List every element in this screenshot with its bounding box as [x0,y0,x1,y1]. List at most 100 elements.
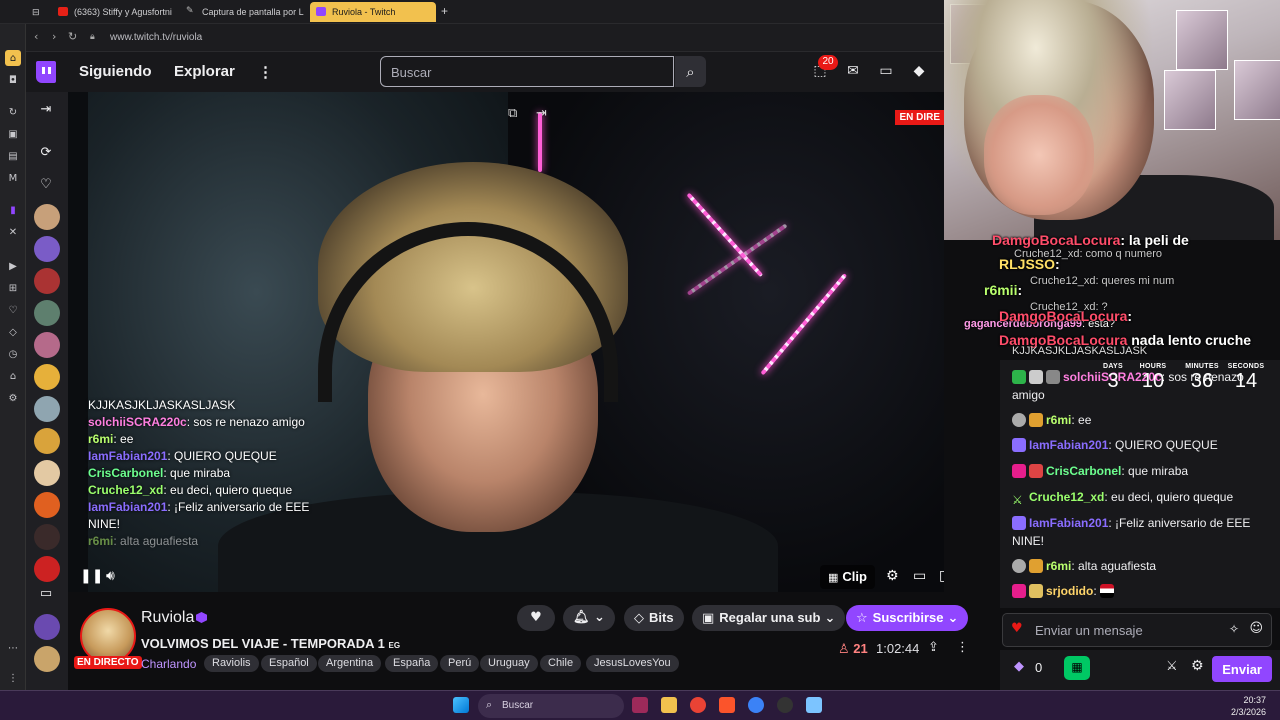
video-player[interactable]: EN DIRE ⧉ ⇥ KJJKASJKLJASKASLJASK solchii… [68,92,944,592]
tag[interactable]: Chile [540,655,582,672]
forward-icon[interactable]: › [52,30,56,43]
follow-heart-button[interactable]: ♥ [517,605,555,631]
nav-more-button[interactable]: ⋮ [258,63,273,81]
tab-overview-icon[interactable]: ⊟ [28,2,46,22]
game-controller-icon[interactable]: ◘ [5,72,21,88]
channel-avatar[interactable] [34,268,60,294]
mod-tools-icon[interactable]: ⚔ [1166,659,1178,674]
collapse-sidebar-icon[interactable]: ⇥ [36,102,56,122]
x-icon[interactable]: ✕ [5,224,21,240]
more-icon[interactable]: ⋯ [5,640,21,656]
reload-icon[interactable]: ↻ [68,30,77,43]
notepad-icon[interactable] [806,697,822,713]
tag[interactable]: Español [261,655,317,672]
channel-avatar[interactable] [34,300,60,326]
bits-icon[interactable]: ◆ [909,63,929,83]
bits-button[interactable]: ◇ Bits [624,605,684,631]
bookmark-icon[interactable]: ⌂ [5,368,21,384]
url-field[interactable]: www.twitch.tv/ruviola [110,32,202,43]
subscribe-button[interactable]: ☆ Suscribirse ⌄ [846,605,969,631]
brave-icon[interactable] [719,697,735,713]
gift-sub-button[interactable]: ▣ Regalar una sub ⌄ [692,605,846,631]
channel-avatar[interactable] [34,236,60,262]
calendar-reward-icon[interactable]: ▦ [1064,656,1090,680]
bag-icon[interactable]: ▣ [5,126,21,142]
whispers-icon[interactable]: ▭ [876,63,896,83]
channel-avatar[interactable] [34,332,60,358]
cast-icon[interactable]: ▭ [913,568,926,584]
history-icon[interactable]: ↻ [5,104,21,120]
app-icon[interactable] [748,697,764,713]
system-clock[interactable]: 20:37 2/3/2026 [1231,694,1266,718]
mail-icon[interactable]: M [5,170,21,186]
play-icon[interactable]: ▶ [5,258,21,274]
heart-icon[interactable]: ♡ [5,302,21,318]
stream-category[interactable]: Charlando [141,657,196,671]
popout-icon[interactable]: ⧉ [508,106,517,121]
notifications-bell-button[interactable]: 🔔︎ ⌄ [563,605,615,631]
channel-avatar[interactable] [34,428,60,454]
file-explorer-icon[interactable] [661,697,677,713]
home-icon[interactable]: ⌂ [5,50,21,66]
channel-avatar[interactable] [34,460,60,486]
tab-twitch[interactable]: Ruviola - Twitch [310,2,436,22]
tab-screenshot[interactable]: ✎ Captura de pantalla por Li [180,2,304,22]
tag[interactable]: Perú [440,655,480,672]
settings-icon[interactable]: ⚙ [5,390,21,406]
twitch-icon[interactable]: ▮ [5,202,21,218]
tag[interactable]: Raviolis [204,655,259,672]
volume-icon[interactable]: 🔊︎ [106,568,115,584]
nav-following[interactable]: Siguiendo [79,63,152,80]
more-options-icon[interactable]: ⋮ [956,640,969,655]
cube-icon[interactable]: ◇ [5,324,21,340]
twitch-logo-icon[interactable] [36,61,56,83]
tab-youtube[interactable]: (6363) Stiffy y Agusfortni [52,2,176,22]
chat-settings-icon[interactable]: ⚙ [1191,658,1204,674]
channel-avatar[interactable] [34,492,60,518]
back-icon[interactable]: ‹ [34,30,38,43]
opera-icon[interactable] [632,697,648,713]
channel-points-icon[interactable]: ◆ [1014,659,1024,674]
tag[interactable]: Argentina [318,655,382,672]
theatre-mode-icon[interactable]: ▯ [939,568,944,584]
channel-avatar[interactable] [34,646,60,672]
tag[interactable]: Uruguay [480,655,538,672]
pencil-icon: ✎ [186,6,194,16]
following-heart-icon[interactable]: ♡ [36,177,56,197]
send-button[interactable]: Enviar [1212,656,1272,682]
video-camera-icon[interactable]: ▭ [36,586,56,606]
apps-icon[interactable]: ⊞ [5,280,21,296]
channel-avatar[interactable] [34,396,60,422]
share-icon[interactable]: ⇪ [928,640,939,655]
taskbar-search[interactable]: ⌕ Buscar [478,694,624,718]
tag[interactable]: España [385,655,439,672]
mail-icon[interactable]: ✉ [843,63,863,83]
new-tab-button[interactable]: + [438,2,454,22]
settings-gear-icon[interactable]: ⚙ [886,568,899,584]
heart-icon[interactable]: ♥ [1011,621,1023,636]
magic-wand-icon[interactable]: ✧ [1229,622,1239,636]
clip-button[interactable]: ▦ Clip [820,565,875,589]
channel-avatar[interactable] [34,524,60,550]
viewers-icon: ♙ [838,642,850,657]
exit-icon[interactable]: ⇥ [536,106,547,121]
more-dots-icon[interactable]: ⋮ [5,670,21,686]
recommended-icon[interactable]: ⟳ [36,145,56,165]
search-icon[interactable]: ⌕ [675,56,706,87]
nav-browse[interactable]: Explorar [174,63,235,80]
start-windows-icon[interactable] [453,697,469,713]
wallet-icon[interactable]: ▤ [5,148,21,164]
channel-avatar[interactable] [34,556,60,582]
channel-name[interactable]: Ruviola [141,609,194,627]
clock-icon[interactable]: ◷ [5,346,21,362]
chat-input[interactable]: ♥ Enviar un mensaje ✧ ☺ [1002,613,1272,647]
obs-icon[interactable] [777,697,793,713]
emote-picker-icon[interactable]: ☺ [1249,621,1263,636]
tag[interactable]: JesusLovesYou [586,655,679,672]
pause-icon[interactable]: ❚❚ [80,568,103,584]
channel-avatar[interactable] [34,614,60,640]
search-input[interactable]: Buscar [380,56,674,87]
channel-avatar[interactable] [34,204,60,230]
channel-avatar[interactable] [34,364,60,390]
chrome-icon[interactable] [690,697,706,713]
